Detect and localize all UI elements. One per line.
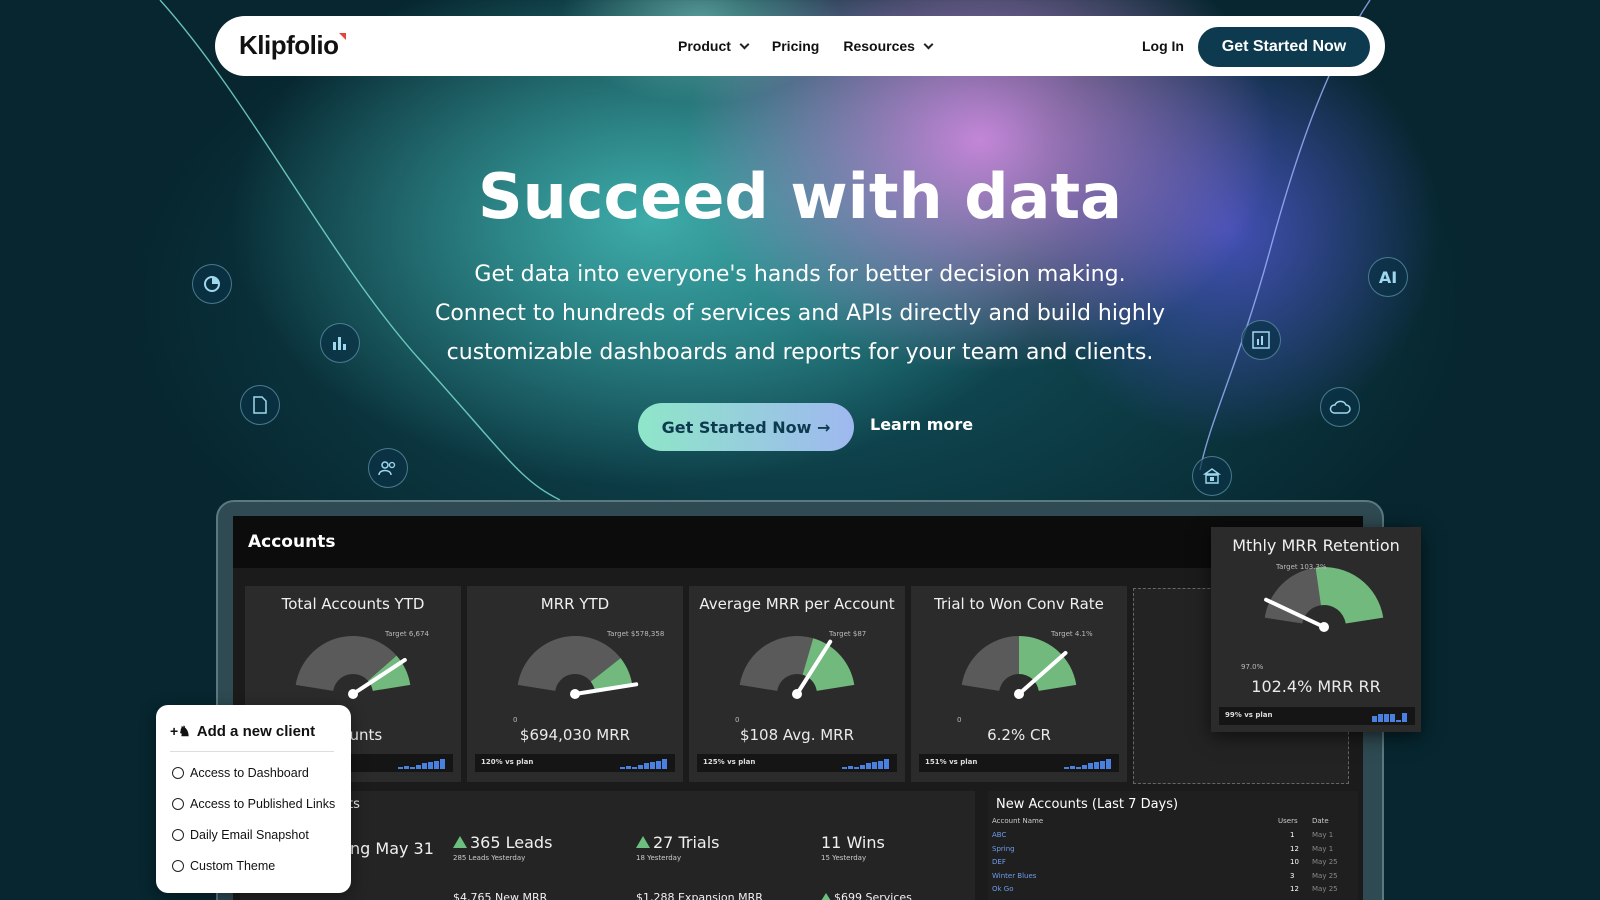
kpi-gauge <box>961 636 1077 699</box>
dashboard-preview: Accounts Total Accounts YTD Target 6,674… <box>233 516 1363 900</box>
kpi-title: Trial to Won Conv Rate <box>934 595 1104 613</box>
retention-card: Mthly MRR Retention Target 103.3% 97.0% … <box>1211 527 1421 732</box>
add-user-icon: +♞ <box>170 723 191 739</box>
popup-item-dashboard[interactable]: Access to Dashboard <box>172 765 309 780</box>
nav-get-started-button[interactable]: Get Started Now <box>1198 27 1370 67</box>
cloud-icon <box>1320 387 1360 427</box>
kpi-target: Target 6,674 <box>385 630 429 638</box>
nav-resources[interactable]: Resources <box>843 38 934 54</box>
wins-stat: 11 Wins 15 Yesterday <box>821 833 885 862</box>
check-circle-icon <box>172 860 184 872</box>
kpi-plan: 120% vs plan <box>475 754 675 772</box>
check-circle-icon <box>172 798 184 810</box>
popup-item-links[interactable]: Access to Published Links <box>172 796 335 811</box>
kpi-plan: 151% vs plan <box>919 754 1119 772</box>
new-mrr-stat: $4,765 New MRR <box>453 891 548 900</box>
kpi-value: $108 Avg. MRR <box>739 726 855 744</box>
new-accounts-title: New Accounts (Last 7 Days) <box>996 797 1179 812</box>
hero-get-started-button[interactable]: Get Started Now → <box>638 403 854 451</box>
popup-title: +♞ Add a new client <box>170 723 316 740</box>
nav-pricing[interactable]: Pricing <box>772 38 819 54</box>
gauge-fill <box>1019 636 1077 691</box>
dashboard-title: Accounts <box>248 532 336 552</box>
klipfolio-logo[interactable]: Klipfolio <box>239 30 347 61</box>
kpi-card: Average MRR per Account Target $87 0 $10… <box>689 586 905 782</box>
gauge-pivot <box>570 689 580 699</box>
gauge-pivot <box>1319 622 1329 632</box>
kpi-plan: 125% vs plan <box>697 754 897 772</box>
leads-stat: 365 Leads 285 Leads Yesterday <box>453 833 553 862</box>
main-menu: Product Pricing Resources <box>678 16 934 76</box>
kpi-title: MRR YTD <box>540 595 610 613</box>
check-circle-icon <box>172 767 184 779</box>
kpi-card: MRR YTD Target $578,358 0 $694,030 MRR 1… <box>467 586 683 782</box>
pie-icon <box>192 264 232 304</box>
gauge-pivot <box>792 689 802 699</box>
gauge-pivot <box>348 689 358 699</box>
kpi-target: Target $578,358 <box>607 630 665 638</box>
document-icon <box>240 385 280 425</box>
report-icon <box>1241 320 1281 360</box>
bar-chart-icon <box>320 323 360 363</box>
retention-plan: 99% vs plan <box>1219 707 1415 725</box>
kpi-target: Target $87 <box>829 630 867 638</box>
nav-product[interactable]: Product <box>678 38 750 54</box>
kpi-zero: 0 <box>735 716 740 724</box>
kpi-title: Total Accounts YTD <box>281 595 425 613</box>
gauge-track <box>1264 567 1321 624</box>
kpi-gauge <box>739 636 855 699</box>
services-stat: $699 Services <box>821 891 912 900</box>
check-circle-icon <box>172 829 184 841</box>
new-accounts-table: New Accounts (Last 7 Days) Account Name … <box>988 791 1358 900</box>
kpi-card: Trial to Won Conv Rate Target 4.1% 0 6.2… <box>911 586 1127 782</box>
kpi-gauge <box>517 636 639 699</box>
expansion-mrr-stat: $1,288 Expansion MRR <box>636 891 763 900</box>
gauge-fill <box>1315 567 1384 624</box>
divider <box>170 751 334 752</box>
popup-item-email[interactable]: Daily Email Snapshot <box>172 827 309 842</box>
kpi-value: 6.2% CR <box>987 726 1051 744</box>
kpi-title: Average MRR per Account <box>699 595 895 613</box>
gauge-pivot <box>1014 689 1024 699</box>
retention-target: Target 103.3% <box>1276 563 1327 571</box>
top-navbar: Klipfolio Product Pricing Resources Log … <box>215 16 1385 76</box>
kpi-zero: 0 <box>513 716 518 724</box>
retention-value: 102.4% MRR RR <box>1251 677 1381 696</box>
period-label: ng May 31 <box>350 839 434 858</box>
ai-icon: AI <box>1368 257 1408 297</box>
hero-title: Succeed with data <box>478 160 1122 233</box>
popup-item-theme[interactable]: Custom Theme <box>172 858 275 873</box>
chevron-down-icon <box>923 39 934 49</box>
kpi-target: Target 4.1% <box>1051 630 1093 638</box>
users-icon <box>368 448 408 488</box>
trials-stat: 27 Trials 18 Yesterday <box>636 833 720 862</box>
retention-low: 97.0% <box>1241 663 1264 671</box>
login-link[interactable]: Log In <box>1142 38 1184 54</box>
retention-title: Mthly MRR Retention <box>1232 536 1400 555</box>
bank-icon <box>1192 456 1232 496</box>
kpi-value: $694,030 MRR <box>519 726 631 744</box>
learn-more-link[interactable]: Learn more <box>870 415 973 434</box>
dashboard-header: Accounts <box>233 516 1363 568</box>
gauge-track <box>961 636 1019 691</box>
chevron-down-icon <box>739 39 750 49</box>
hero-subtitle: Get data into everyone's hands for bette… <box>434 262 1166 365</box>
kpi-zero: 0 <box>957 716 962 724</box>
add-client-popup: +♞ Add a new client Access to Dashboard A… <box>156 705 351 893</box>
